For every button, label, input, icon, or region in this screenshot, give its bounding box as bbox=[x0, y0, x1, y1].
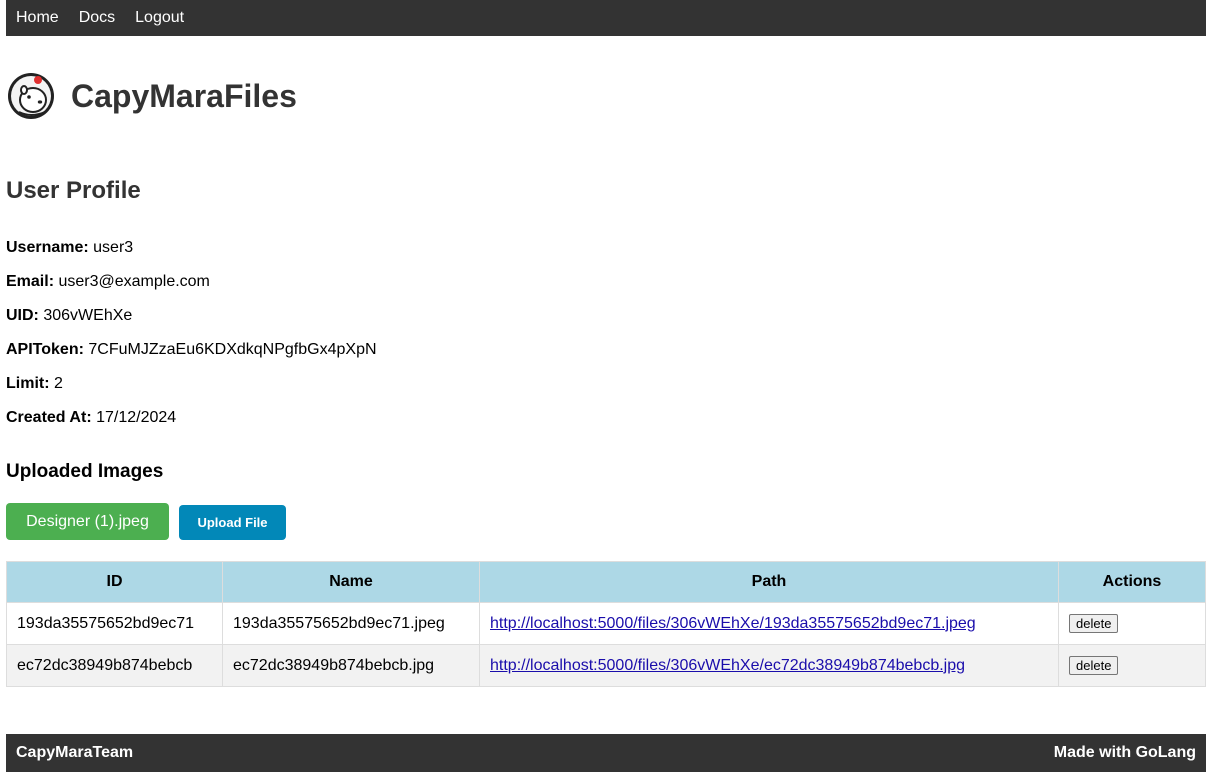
field-label: Created At: bbox=[6, 409, 92, 426]
brand-header: CapyMaraFiles bbox=[6, 72, 1206, 120]
uploaded-images-heading: Uploaded Images bbox=[6, 461, 164, 482]
page-footer: CapyMaraTeam Made with GoLang bbox=[6, 734, 1206, 772]
field-label: APIToken: bbox=[6, 341, 84, 358]
field-value: 2 bbox=[54, 375, 63, 392]
file-path-link[interactable]: http://localhost:5000/files/306vWEhXe/ec… bbox=[490, 657, 965, 674]
table-row: 193da35575652bd9ec71 193da35575652bd9ec7… bbox=[6, 602, 1206, 645]
field-label: Username: bbox=[6, 239, 89, 256]
profile-apitoken: APIToken: 7CFuMJZzaEu6KDXdkqNPgfbGx4pXpN bbox=[6, 341, 377, 359]
cell-name: 193da35575652bd9ec71.jpeg bbox=[222, 602, 480, 645]
field-label: Limit: bbox=[6, 375, 50, 392]
column-header-actions: Actions bbox=[1058, 561, 1206, 603]
nav-docs-link[interactable]: Docs bbox=[69, 0, 125, 36]
page-title: User Profile bbox=[6, 177, 141, 204]
files-table: ID Name Path Actions 193da35575652bd9ec7… bbox=[6, 561, 1206, 687]
field-value: user3 bbox=[93, 239, 134, 256]
profile-uid: UID: 306vWEhXe bbox=[6, 307, 132, 325]
cell-path: http://localhost:5000/files/306vWEhXe/ec… bbox=[479, 644, 1059, 687]
cell-id: ec72dc38949b874bebcb bbox=[6, 644, 223, 687]
footer-team: CapyMaraTeam bbox=[16, 744, 134, 761]
column-header-id: ID bbox=[6, 561, 223, 603]
profile-limit: Limit: 2 bbox=[6, 375, 63, 393]
field-label: Email: bbox=[6, 273, 55, 290]
cell-id: 193da35575652bd9ec71 bbox=[6, 602, 223, 645]
field-value: user3@example.com bbox=[58, 273, 210, 290]
field-label: UID: bbox=[6, 307, 39, 324]
table-header-row: ID Name Path Actions bbox=[6, 561, 1206, 603]
cell-name: ec72dc38949b874bebcb.jpg bbox=[222, 644, 480, 687]
capybara-logo-icon bbox=[8, 73, 54, 119]
top-navbar: Home Docs Logout bbox=[6, 0, 1206, 36]
upload-file-button[interactable]: Upload File bbox=[179, 505, 286, 540]
delete-button[interactable]: delete bbox=[1069, 656, 1119, 675]
choose-file-button[interactable]: Designer (1).jpeg bbox=[6, 503, 169, 540]
column-header-path: Path bbox=[479, 561, 1059, 603]
brand-title: CapyMaraFiles bbox=[71, 77, 297, 114]
footer-made-with: Made with GoLang bbox=[1053, 744, 1196, 761]
field-value: 306vWEhXe bbox=[43, 307, 133, 324]
file-path-link[interactable]: http://localhost:5000/files/306vWEhXe/19… bbox=[490, 615, 976, 632]
nav-logout-link[interactable]: Logout bbox=[125, 0, 194, 36]
nav-home-link[interactable]: Home bbox=[6, 0, 69, 36]
cell-actions: delete bbox=[1058, 644, 1206, 687]
profile-username: Username: user3 bbox=[6, 239, 133, 257]
field-value: 17/12/2024 bbox=[96, 409, 177, 426]
delete-button[interactable]: delete bbox=[1069, 614, 1119, 633]
profile-email: Email: user3@example.com bbox=[6, 273, 210, 291]
column-header-name: Name bbox=[222, 561, 480, 603]
table-row: ec72dc38949b874bebcb ec72dc38949b874bebc… bbox=[6, 644, 1206, 687]
cell-path: http://localhost:5000/files/306vWEhXe/19… bbox=[479, 602, 1059, 645]
profile-created-at: Created At: 17/12/2024 bbox=[6, 409, 176, 427]
field-value: 7CFuMJZzaEu6KDXdkqNPgfbGx4pXpN bbox=[88, 341, 377, 358]
cell-actions: delete bbox=[1058, 602, 1206, 645]
page: Home Docs Logout CapyMaraFiles User Prof… bbox=[6, 0, 1206, 772]
